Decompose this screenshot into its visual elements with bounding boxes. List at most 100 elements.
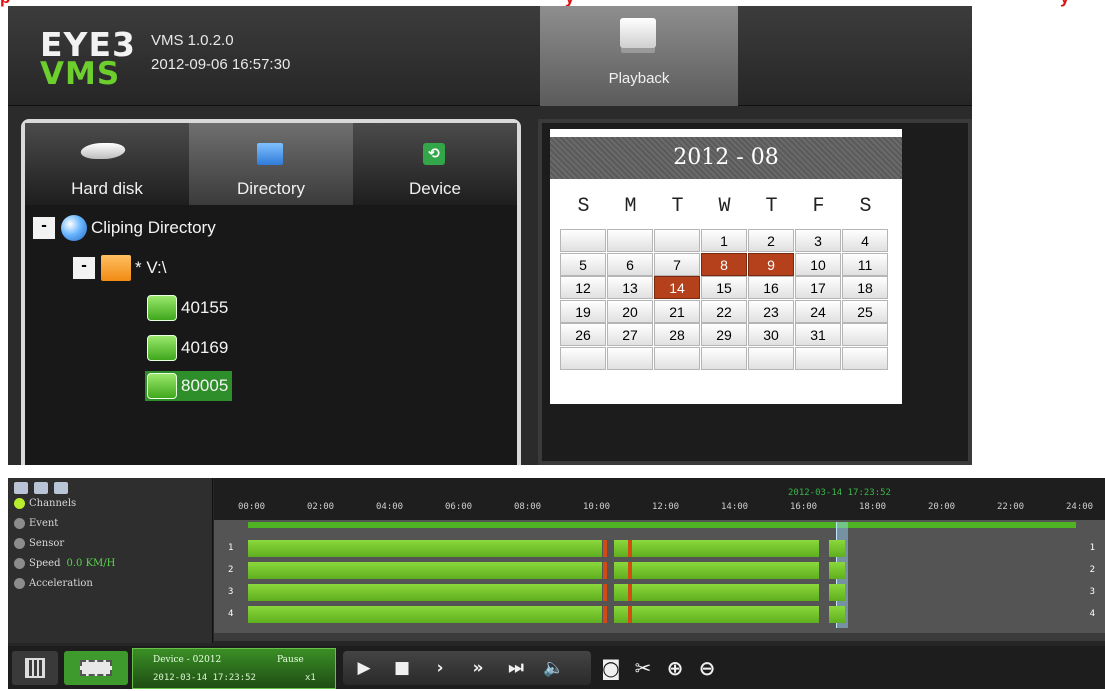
channel-track[interactable]: 22 bbox=[214, 562, 1105, 579]
tree-device-40155[interactable]: 40155 bbox=[147, 293, 228, 323]
calendar-month[interactable]: 2012 - 08 bbox=[550, 137, 902, 179]
calendar-day[interactable]: 21 bbox=[654, 299, 700, 323]
play-button[interactable]: ▶ bbox=[347, 651, 381, 685]
calendar-day[interactable]: 26 bbox=[560, 323, 606, 346]
clip-button[interactable]: ✂ bbox=[626, 651, 660, 685]
calendar-day[interactable] bbox=[560, 346, 606, 370]
collapse-toggle[interactable]: - bbox=[73, 257, 95, 279]
weekday-label: F bbox=[812, 195, 825, 218]
calendar-day[interactable]: 13 bbox=[607, 276, 653, 299]
calendar-day[interactable]: 16 bbox=[748, 276, 794, 299]
legend-event[interactable]: Event bbox=[14, 518, 58, 529]
calendar-day[interactable] bbox=[654, 229, 700, 252]
fast-forward-button[interactable]: » bbox=[461, 651, 495, 685]
tree-drive[interactable]: - * V:\ bbox=[73, 253, 167, 283]
legend-speed[interactable]: Speed 0.0 KM/H bbox=[14, 558, 115, 569]
next-frame-button[interactable]: › bbox=[423, 651, 457, 685]
recording-segment[interactable] bbox=[829, 562, 845, 579]
document-icon[interactable] bbox=[54, 482, 68, 494]
stop-button[interactable]: ■ bbox=[385, 651, 419, 685]
recording-segment[interactable] bbox=[248, 562, 602, 579]
calendar-day[interactable] bbox=[654, 346, 700, 370]
channel-track[interactable]: 44 bbox=[214, 606, 1105, 623]
timeline[interactable]: 2012-03-14 17:23:52 00:00 02:00 04:00 06:00… bbox=[214, 478, 1105, 633]
volume-button[interactable]: 🔈 bbox=[537, 651, 571, 685]
calendar-day[interactable]: 11 bbox=[842, 252, 888, 276]
calendar-day[interactable]: 2 bbox=[748, 229, 794, 252]
film-button[interactable] bbox=[64, 651, 128, 685]
folder-icon bbox=[101, 255, 131, 281]
calendar-day[interactable]: 22 bbox=[701, 299, 747, 323]
calendar-day[interactable]: 28 bbox=[654, 323, 700, 346]
calendar-day[interactable]: 8 bbox=[701, 252, 747, 276]
calendar-day[interactable]: 4 bbox=[842, 229, 888, 252]
zoom-out-button[interactable]: ⊖ bbox=[690, 651, 724, 685]
calendar-day[interactable]: 18 bbox=[842, 276, 888, 299]
recording-segment[interactable] bbox=[248, 606, 602, 623]
recording-segment[interactable] bbox=[613, 584, 819, 601]
calendar-day[interactable] bbox=[842, 323, 888, 346]
tree-device-40169[interactable]: 40169 bbox=[147, 333, 228, 363]
camera-icon[interactable] bbox=[34, 482, 48, 494]
calendar-day[interactable]: 10 bbox=[795, 252, 841, 276]
zoom-in-button[interactable]: ⊕ bbox=[658, 651, 692, 685]
tab-directory[interactable]: Directory bbox=[189, 123, 353, 205]
recording-segment[interactable] bbox=[829, 584, 845, 601]
calendar-day[interactable]: 30 bbox=[748, 323, 794, 346]
calendar-day[interactable]: 20 bbox=[607, 299, 653, 323]
recording-segment[interactable] bbox=[829, 540, 845, 557]
tree-root[interactable]: - Cliping Directory bbox=[33, 213, 216, 243]
legend-channels[interactable]: Channels bbox=[14, 498, 76, 509]
hour-tick-label: 08:00 bbox=[514, 502, 542, 512]
tab-hard-disk[interactable]: Hard disk bbox=[25, 123, 189, 205]
calendar-day[interactable]: 29 bbox=[701, 323, 747, 346]
calendar-day[interactable] bbox=[842, 346, 888, 370]
calendar-day[interactable]: 17 bbox=[795, 276, 841, 299]
channel-track[interactable]: 11 bbox=[214, 540, 1105, 557]
event-marker bbox=[603, 562, 608, 579]
calendar-day[interactable] bbox=[560, 229, 606, 252]
calendar-day[interactable]: 27 bbox=[607, 323, 653, 346]
calendar-day[interactable]: 1 bbox=[701, 229, 747, 252]
calendar-day[interactable]: 25 bbox=[842, 299, 888, 323]
tree-device-80005[interactable]: 80005 bbox=[145, 371, 233, 401]
time-ruler[interactable]: 2012-03-14 17:23:52 00:00 02:00 04:00 06:00… bbox=[214, 478, 1105, 520]
calendar-day[interactable]: 19 bbox=[560, 299, 606, 323]
calendar-day[interactable] bbox=[748, 346, 794, 370]
tab-device[interactable]: ⟲ Device bbox=[353, 123, 517, 205]
calendar-day[interactable]: 5 bbox=[560, 252, 606, 276]
calendar-day[interactable]: 23 bbox=[748, 299, 794, 323]
legend-label: Speed bbox=[29, 558, 61, 569]
calendar-day[interactable]: 14 bbox=[654, 276, 700, 299]
recording-segment[interactable] bbox=[613, 606, 819, 623]
collapse-toggle[interactable]: - bbox=[33, 217, 55, 239]
playback-tab[interactable]: Playback bbox=[540, 6, 738, 106]
recording-segment[interactable] bbox=[829, 606, 845, 623]
legend-sensor[interactable]: Sensor bbox=[14, 538, 64, 549]
calendar-day[interactable]: 15 bbox=[701, 276, 747, 299]
recording-segment[interactable] bbox=[248, 540, 602, 557]
calendar-day[interactable] bbox=[607, 346, 653, 370]
snapshot-button[interactable]: ◙ bbox=[594, 651, 628, 685]
recording-segment[interactable] bbox=[248, 584, 602, 601]
calendar-day[interactable] bbox=[607, 229, 653, 252]
calendar-day[interactable]: 24 bbox=[795, 299, 841, 323]
timeline-scrollbar[interactable] bbox=[214, 633, 1105, 641]
calendar-day[interactable]: 7 bbox=[654, 252, 700, 276]
calendar-button[interactable] bbox=[12, 651, 58, 685]
calendar-day[interactable]: 31 bbox=[795, 323, 841, 346]
calendar-day[interactable] bbox=[795, 346, 841, 370]
channel-track[interactable]: 33 bbox=[214, 584, 1105, 601]
chat-icon[interactable] bbox=[14, 482, 28, 494]
calendar-day[interactable]: 9 bbox=[748, 252, 794, 276]
recording-segment[interactable] bbox=[613, 562, 819, 579]
calendar-day[interactable] bbox=[701, 346, 747, 370]
app-datetime: 2012-09-06 16:57:30 bbox=[151, 56, 291, 73]
calendar-day[interactable]: 3 bbox=[795, 229, 841, 252]
skip-end-button[interactable]: ⏭ bbox=[499, 651, 533, 685]
calendar-day[interactable]: 6 bbox=[607, 252, 653, 276]
playback-state: Pause bbox=[277, 655, 304, 665]
calendar-day[interactable]: 12 bbox=[560, 276, 606, 299]
legend-acceleration[interactable]: Acceleration bbox=[14, 578, 93, 589]
recording-segment[interactable] bbox=[613, 540, 819, 557]
